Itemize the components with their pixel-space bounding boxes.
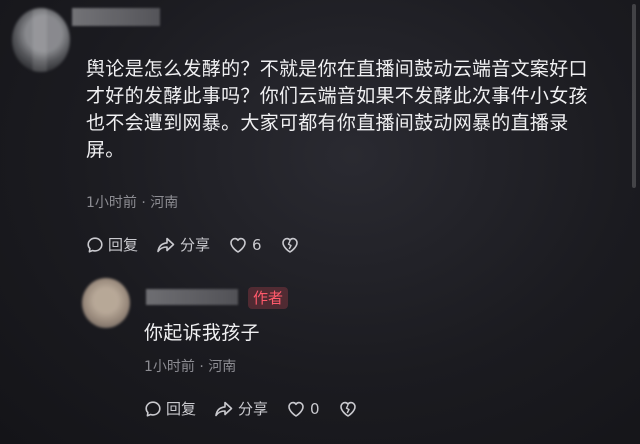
share-arrow-icon: [214, 400, 234, 418]
share-button[interactable]: 分享: [214, 398, 268, 419]
username-blurred[interactable]: [72, 8, 160, 26]
reply-bubble-icon: [144, 400, 162, 418]
reply-meta: 1小时前 · 河南: [144, 359, 237, 375]
reply-avatar[interactable]: [82, 278, 130, 328]
reply-button[interactable]: 回复: [144, 398, 196, 419]
heart-icon: [286, 400, 306, 418]
reply-actions: 回复 分享 0: [144, 398, 376, 419]
reply-text: 你起诉我孩子: [144, 322, 260, 344]
share-arrow-icon: [156, 236, 176, 254]
broken-heart-icon: [280, 236, 300, 254]
comment-screen: 舆论是怎么发酵的？不就是你在直播间鼓动云端音文案好口 才好的发酵此事吗？你们云端…: [0, 0, 640, 444]
like-count: 6: [252, 235, 262, 254]
broken-heart-icon: [338, 400, 358, 418]
like-button[interactable]: 0: [286, 400, 320, 418]
reply-username-blurred[interactable]: [146, 289, 238, 305]
author-badge: 作者: [248, 287, 289, 309]
share-label: 分享: [180, 236, 211, 254]
scrollbar[interactable]: [632, 4, 636, 188]
comment-meta: 1小时前 · 河南: [86, 195, 179, 211]
dislike-button[interactable]: [338, 400, 358, 418]
share-button[interactable]: 分享: [156, 234, 210, 255]
dislike-button[interactable]: [280, 236, 300, 254]
avatar[interactable]: [12, 8, 70, 72]
reply-label: 回复: [166, 400, 197, 418]
reply-button[interactable]: 回复: [86, 234, 138, 255]
comment-actions: 回复 分享 6: [86, 234, 318, 255]
like-count: 0: [310, 399, 320, 418]
heart-icon: [228, 236, 248, 254]
comment-text: 舆论是怎么发酵的？不就是你在直播间鼓动云端音文案好口 才好的发酵此事吗？你们云端…: [86, 58, 588, 161]
share-label: 分享: [238, 400, 269, 418]
like-button[interactable]: 6: [228, 236, 262, 254]
reply-bubble-icon: [86, 236, 104, 254]
reply-label: 回复: [108, 236, 139, 254]
